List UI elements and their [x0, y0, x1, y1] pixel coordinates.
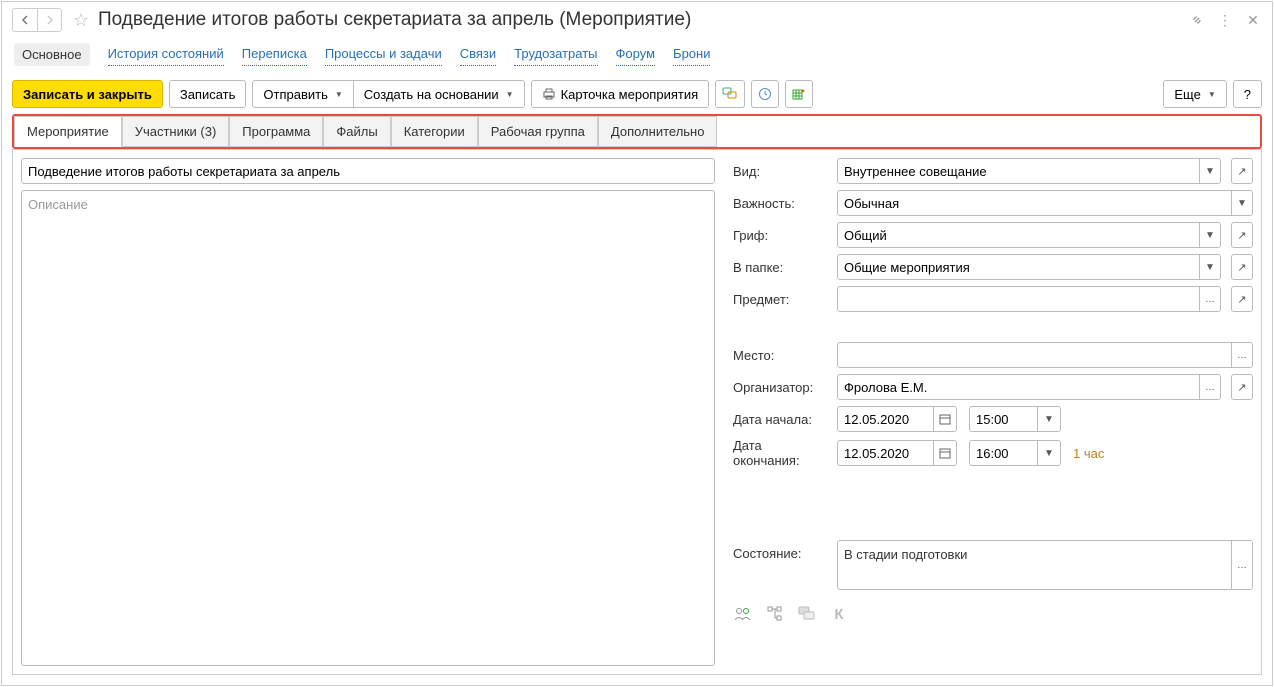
printer-icon [542, 87, 556, 101]
label-place: Место: [733, 348, 831, 363]
name-input[interactable] [21, 158, 715, 184]
tree-icon[interactable] [765, 604, 785, 624]
ellipsis-icon[interactable]: … [1231, 540, 1253, 590]
dropdown-icon[interactable]: ▼ [1199, 222, 1221, 248]
nav-back-button[interactable] [13, 9, 37, 31]
page-title: Подведение итогов работы секретариата за… [98, 9, 1188, 31]
open-icon[interactable]: ↗ [1231, 254, 1253, 280]
favorite-star-icon[interactable]: ☆ [70, 9, 92, 31]
export-button[interactable] [785, 80, 813, 108]
dropdown-icon[interactable]: ▼ [1199, 254, 1221, 280]
ellipsis-icon[interactable]: … [1199, 286, 1221, 312]
kebab-menu-icon[interactable]: ⋮ [1216, 11, 1234, 29]
start-time-input[interactable] [969, 406, 1037, 432]
ellipsis-icon[interactable]: … [1199, 374, 1221, 400]
open-icon[interactable]: ↗ [1231, 374, 1253, 400]
nav-forward-button[interactable] [37, 9, 61, 31]
chat-icon [722, 87, 738, 101]
save-button[interactable]: Записать [169, 80, 247, 108]
send-button[interactable]: Отправить▼ [252, 80, 353, 108]
folder-input[interactable] [837, 254, 1199, 280]
end-date-input[interactable] [837, 440, 933, 466]
more-button[interactable]: Еще▼ [1163, 80, 1226, 108]
dropdown-icon[interactable]: ▼ [1037, 440, 1061, 466]
dropdown-icon[interactable]: ▼ [1231, 190, 1253, 216]
description-textarea[interactable]: Описание [21, 190, 715, 666]
section-link[interactable]: История состояний [108, 42, 224, 66]
label-subject: Предмет: [733, 292, 831, 307]
label-organizer: Организатор: [733, 380, 831, 395]
tab-categories[interactable]: Категории [391, 116, 478, 147]
close-icon[interactable]: ✕ [1244, 11, 1262, 29]
label-type: Вид: [733, 164, 831, 179]
tab-event[interactable]: Мероприятие [14, 116, 122, 147]
ellipsis-icon[interactable]: … [1231, 342, 1253, 368]
dropdown-icon[interactable]: ▼ [1037, 406, 1061, 432]
calendar-icon[interactable] [933, 406, 957, 432]
type-input[interactable] [837, 158, 1199, 184]
importance-input[interactable] [837, 190, 1231, 216]
section-link[interactable]: Процессы и задачи [325, 42, 442, 66]
save-and-close-button[interactable]: Записать и закрыть [12, 80, 163, 108]
dropdown-icon[interactable]: ▼ [1199, 158, 1221, 184]
table-export-icon [792, 87, 806, 101]
label-state: Состояние: [733, 540, 831, 561]
organizer-input[interactable] [837, 374, 1199, 400]
section-link-main-active[interactable]: Основное [14, 43, 90, 66]
create-from-button[interactable]: Создать на основании▼ [354, 80, 525, 108]
event-card-button[interactable]: Карточка мероприятия [531, 80, 710, 108]
duration-text: 1 час [1073, 446, 1104, 461]
tab-participants[interactable]: Участники (3) [122, 116, 230, 147]
tab-additional[interactable]: Дополнительно [598, 116, 718, 147]
calendar-icon[interactable] [933, 440, 957, 466]
label-folder: В папке: [733, 260, 831, 275]
label-grif: Гриф: [733, 228, 831, 243]
place-input[interactable] [837, 342, 1231, 368]
open-icon[interactable]: ↗ [1231, 286, 1253, 312]
state-input[interactable]: В стадии подготовки [837, 540, 1231, 590]
tab-workgroup[interactable]: Рабочая группа [478, 116, 598, 147]
label-importance: Важность: [733, 196, 831, 211]
open-icon[interactable]: ↗ [1231, 222, 1253, 248]
grif-input[interactable] [837, 222, 1199, 248]
k-icon[interactable]: К [829, 604, 849, 624]
open-icon[interactable]: ↗ [1231, 158, 1253, 184]
help-button[interactable]: ? [1233, 80, 1262, 108]
chat-button[interactable] [715, 80, 745, 108]
chat-bubbles-icon[interactable] [797, 604, 817, 624]
section-link[interactable]: Форум [616, 42, 656, 66]
tab-files[interactable]: Файлы [323, 116, 390, 147]
section-link[interactable]: Трудозатраты [514, 42, 597, 66]
label-start: Дата начала: [733, 412, 831, 427]
section-link[interactable]: Переписка [242, 42, 307, 66]
subject-input[interactable] [837, 286, 1199, 312]
label-end: Дата окончания: [733, 438, 831, 468]
link-icon[interactable] [1188, 11, 1206, 29]
tabs-container: Мероприятие Участники (3) Программа Файл… [12, 114, 1262, 149]
tab-program[interactable]: Программа [229, 116, 323, 147]
section-link[interactable]: Связи [460, 42, 496, 66]
clock-button[interactable] [751, 80, 779, 108]
clock-icon [758, 87, 772, 101]
end-time-input[interactable] [969, 440, 1037, 466]
section-link[interactable]: Брони [673, 42, 710, 66]
start-date-input[interactable] [837, 406, 933, 432]
users-icon[interactable] [733, 604, 753, 624]
